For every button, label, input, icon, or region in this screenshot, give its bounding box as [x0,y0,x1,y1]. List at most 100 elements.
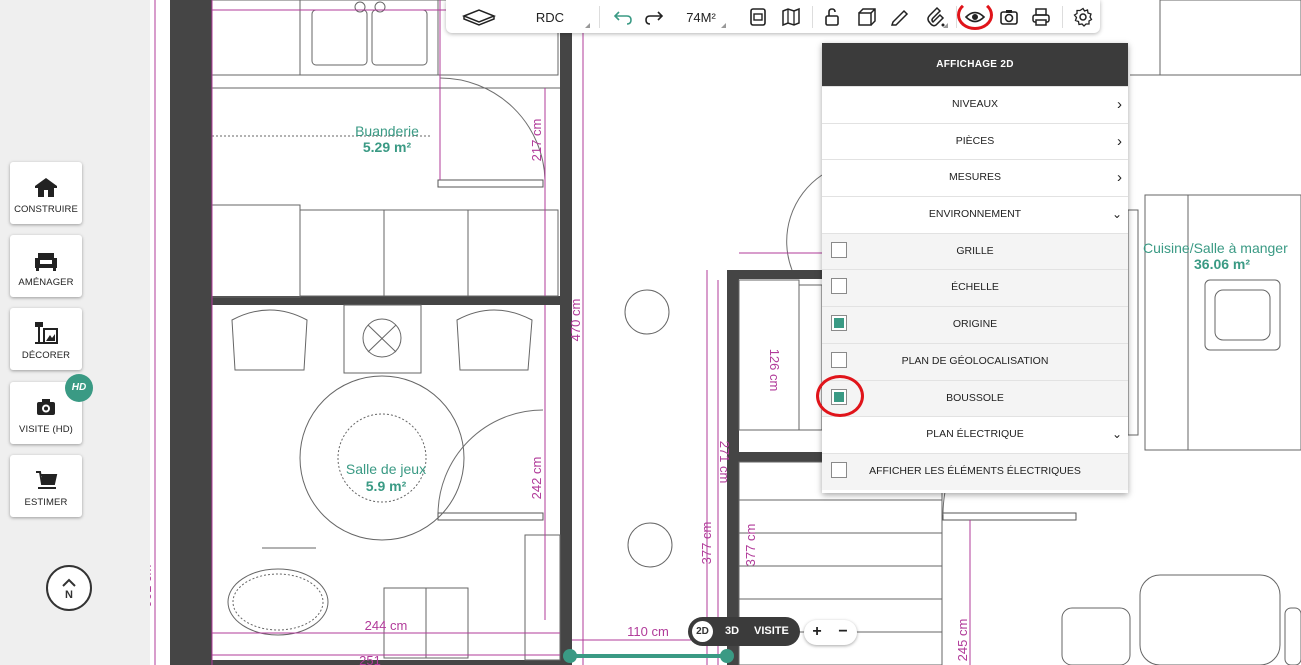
document-button[interactable] [745,5,771,29]
dim-label: 271 cm [717,441,732,484]
zoom-out-button[interactable]: − [830,620,856,645]
sofa-icon [35,253,57,271]
option-boussole[interactable]: BOUSSOLE [822,379,1128,417]
segment-handle-right[interactable] [720,649,734,663]
option-label: ÉCHELLE [951,281,999,294]
menu-item-label: PLAN ÉLECTRIQUE [926,428,1024,441]
sidebar-item-construire[interactable]: CONSTRUIRE [10,162,82,224]
dropdown-corner-icon [943,23,948,28]
sidebar-item-visite-hd[interactable]: HD VISITE (HD) [10,374,93,444]
chevron-right-icon: › [1117,132,1122,150]
menu-item-environnement[interactable]: ENVIRONNEMENT ⌄ [822,196,1128,233]
menu-item-label: PIÈCES [955,134,995,147]
checkbox-elements-electriques[interactable] [831,461,847,478]
room-name-cuisine: Cuisine/Salle à manger [1143,240,1288,256]
checkbox-origine[interactable] [831,315,847,332]
option-label: PLAN DE GÉOLOCALISATION [901,354,1049,367]
camera-360-icon [37,399,55,415]
display-2d-button[interactable] [960,5,990,29]
level-stack-icon [461,9,497,26]
menu-item-niveaux[interactable]: NIVEAUX › [822,86,1128,123]
level-select[interactable]: RDC [508,5,592,29]
room-name-salle-de-jeux: Salle de jeux [346,461,426,477]
option-label: GRILLE [956,244,994,257]
gear-icon [1073,7,1093,27]
menu-item-mesures[interactable]: MESURES › [822,159,1128,196]
dim-label: 251 [359,653,381,665]
chevron-right-icon: › [1117,169,1122,187]
checkbox-boussole[interactable] [831,388,847,405]
sidebar-item-label: CONSTRUIRE [14,204,78,215]
screenshot-button[interactable] [996,5,1022,29]
magnet-button[interactable] [920,5,950,29]
compass-north-label: N [65,589,73,601]
sidebar-item-label: VISITE (HD) [19,424,73,435]
checkbox-grille[interactable] [831,241,847,258]
view-3d-button[interactable]: 3D [725,617,739,646]
option-plan-geolocalisation[interactable]: PLAN DE GÉOLOCALISATION [822,342,1128,380]
toolbar-divider [812,6,813,28]
measure-button[interactable] [887,5,913,29]
checkbox-echelle[interactable] [831,278,847,295]
menu-item-label: NIVEAUX [951,98,999,110]
settings-button[interactable] [1071,5,1095,29]
toolbar-divider [1062,6,1063,28]
cart-icon [36,471,58,489]
segment-handle-left[interactable] [563,649,577,663]
dim-label: 377 cm [743,524,758,567]
option-grille[interactable]: GRILLE [822,232,1128,270]
undo-button[interactable] [609,5,635,29]
map-button[interactable] [778,5,804,29]
option-echelle[interactable]: ÉCHELLE [822,269,1128,307]
option-origine[interactable]: ORIGINE [822,306,1128,343]
document-icon [750,8,766,26]
plan-walls [170,0,822,665]
lamp-frame-icon [35,322,58,344]
sidebar-item-label: AMÉNAGER [18,277,74,288]
dim-label: 217 cm [529,119,544,162]
surface-button[interactable]: 74M² [674,5,728,29]
option-label: BOUSSOLE [946,391,1004,404]
room-area-salle-de-jeux: 5.9 m² [366,478,407,494]
panel-title: AFFICHAGE 2D [822,43,1128,86]
chevron-right-icon: › [1117,96,1122,113]
dim-label: 110 cm [627,624,669,639]
option-elements-electriques[interactable]: AFFICHER LES ÉLÉMENTS ÉLECTRIQUES [822,452,1128,490]
zoom-in-button[interactable]: + [804,620,830,645]
top-toolbar: RDC 74M² [446,0,1100,33]
room-area-cuisine: 36.06 m² [1194,256,1250,272]
view-visite-button[interactable]: VISITE [754,617,789,646]
dropdown-corner-icon [721,23,726,28]
level-view-button[interactable] [458,5,500,29]
left-sidebar: CONSTRUIRE AMÉNAGER DÉCORER HD VISITE (H… [0,0,150,665]
checkbox-plan-geolocalisation[interactable] [831,351,847,368]
compass-button[interactable]: N [46,565,92,611]
dropdown-corner-icon [585,23,590,28]
lock-button[interactable] [819,5,845,29]
dim-label: 244 cm [365,618,408,633]
sidebar-item-label: DÉCORER [21,350,71,361]
menu-item-pieces[interactable]: PIÈCES › [822,122,1128,160]
toolbar-divider [599,6,600,28]
sidebar-item-estimer[interactable]: ESTIMER [10,455,82,517]
menu-item-label: MESURES [949,171,1001,184]
sidebar-item-decorer[interactable]: DÉCORER [10,308,82,370]
dim-label: 245 cm [955,619,970,662]
dim-label: 377 cm [699,522,714,565]
view-2d-button[interactable]: 2D [692,621,713,642]
dim-label: 242 cm [529,457,544,500]
menu-item-label: ENVIRONNEMENT [928,208,1022,221]
zoom-controls: + − [804,620,857,645]
sidebar-item-amenager[interactable]: AMÉNAGER [10,235,82,297]
print-button[interactable] [1028,5,1054,29]
chevron-down-icon: ⌄ [1111,207,1122,222]
house-icon [35,178,57,197]
cube-icon [858,8,876,26]
redo-button[interactable] [642,5,668,29]
level-select-value: RDC [535,9,565,25]
eye-icon [965,11,985,23]
chevron-down-icon: ⌄ [1111,427,1122,442]
cube-button[interactable] [854,5,880,29]
menu-item-plan-electrique[interactable]: PLAN ÉLECTRIQUE ⌄ [822,416,1128,453]
option-label: ORIGINE [952,318,998,331]
